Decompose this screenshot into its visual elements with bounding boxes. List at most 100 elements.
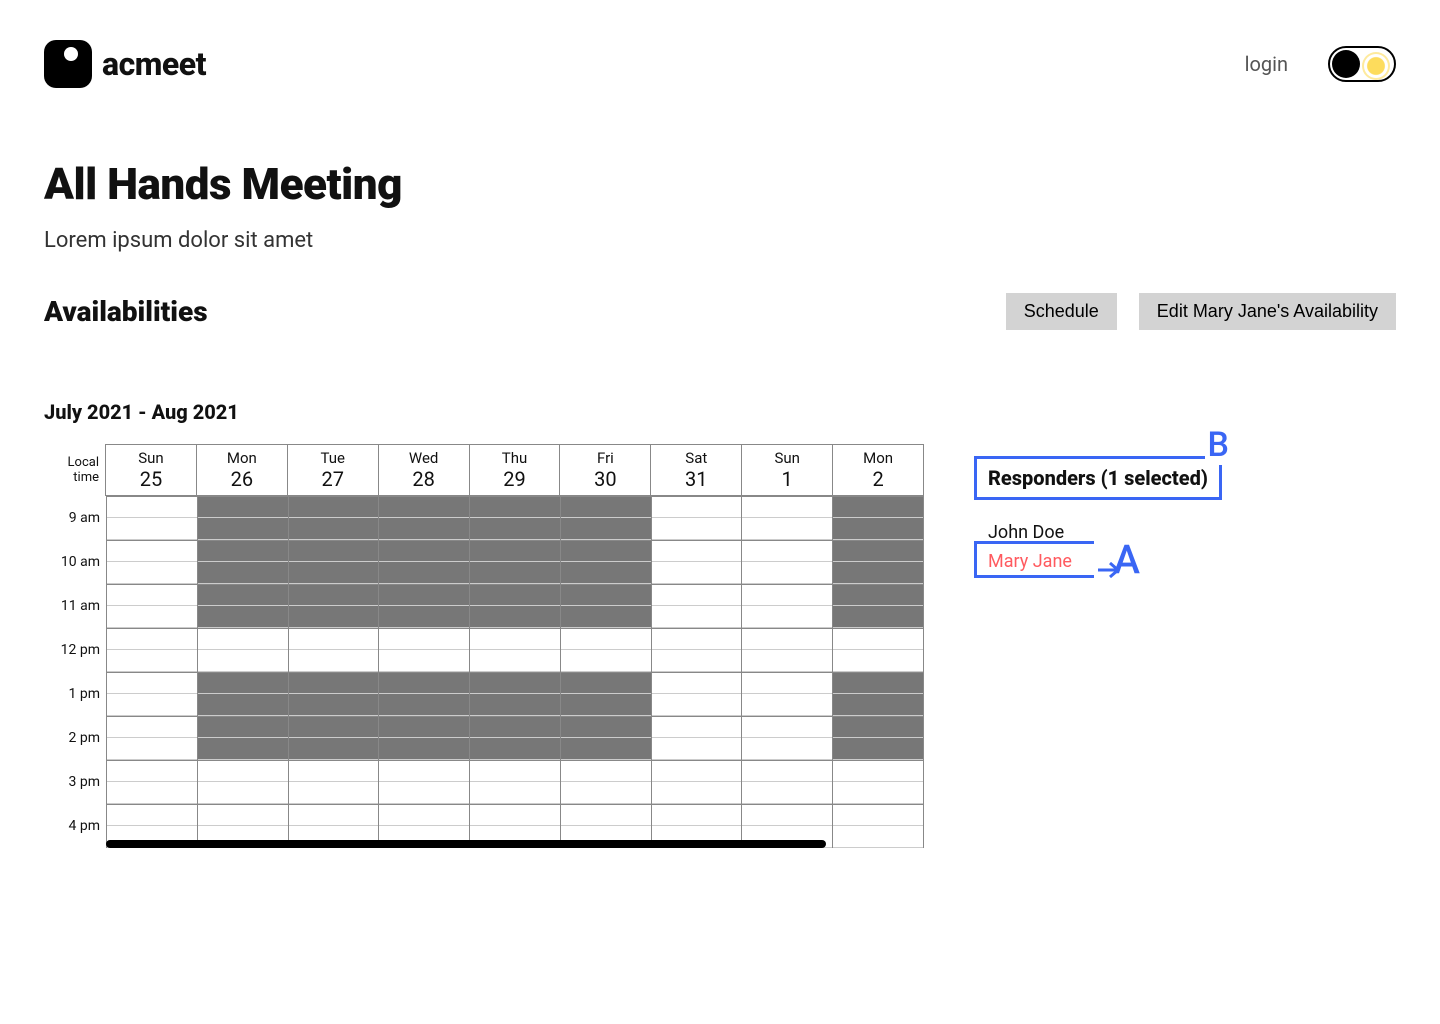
time-slot[interactable]: [470, 716, 560, 738]
time-slot[interactable]: [470, 606, 560, 628]
time-slot[interactable]: [742, 694, 832, 716]
time-slot[interactable]: [561, 716, 651, 738]
time-slot[interactable]: [833, 584, 923, 606]
time-slot[interactable]: [107, 606, 197, 628]
time-slot[interactable]: [198, 782, 288, 804]
time-slot[interactable]: [833, 562, 923, 584]
time-slot[interactable]: [198, 716, 288, 738]
time-slot[interactable]: [742, 518, 832, 540]
time-slot[interactable]: [833, 826, 923, 848]
time-slot[interactable]: [742, 628, 832, 650]
responder-item[interactable]: Mary JaneA: [988, 547, 1208, 576]
time-slot[interactable]: [652, 650, 742, 672]
time-slot[interactable]: [833, 804, 923, 826]
day-column[interactable]: [379, 496, 470, 848]
time-slot[interactable]: [289, 628, 379, 650]
time-slot[interactable]: [107, 518, 197, 540]
theme-toggle[interactable]: [1328, 46, 1396, 82]
day-column[interactable]: [742, 496, 833, 848]
time-slot[interactable]: [652, 562, 742, 584]
time-slot[interactable]: [470, 760, 560, 782]
time-slot[interactable]: [742, 650, 832, 672]
time-slot[interactable]: [833, 496, 923, 518]
time-slot[interactable]: [379, 606, 469, 628]
time-slot[interactable]: [561, 496, 651, 518]
day-column[interactable]: [470, 496, 561, 848]
time-slot[interactable]: [561, 606, 651, 628]
time-slot[interactable]: [379, 584, 469, 606]
edit-availability-button[interactable]: Edit Mary Jane's Availability: [1139, 293, 1396, 330]
time-slot[interactable]: [652, 584, 742, 606]
time-slot[interactable]: [561, 518, 651, 540]
time-slot[interactable]: [379, 562, 469, 584]
time-slot[interactable]: [470, 562, 560, 584]
time-slot[interactable]: [107, 760, 197, 782]
horizontal-scrollbar[interactable]: [106, 840, 826, 848]
time-slot[interactable]: [379, 782, 469, 804]
time-slot[interactable]: [833, 738, 923, 760]
time-slot[interactable]: [379, 628, 469, 650]
day-column[interactable]: [561, 496, 652, 848]
time-slot[interactable]: [742, 760, 832, 782]
time-slot[interactable]: [833, 650, 923, 672]
time-slot[interactable]: [289, 694, 379, 716]
day-column[interactable]: [106, 496, 198, 848]
time-slot[interactable]: [379, 650, 469, 672]
time-slot[interactable]: [652, 496, 742, 518]
time-slot[interactable]: [107, 804, 197, 826]
time-slot[interactable]: [107, 716, 197, 738]
time-slot[interactable]: [470, 694, 560, 716]
time-slot[interactable]: [742, 606, 832, 628]
time-slot[interactable]: [470, 628, 560, 650]
time-slot[interactable]: [107, 628, 197, 650]
schedule-button[interactable]: Schedule: [1006, 293, 1117, 330]
time-slot[interactable]: [470, 496, 560, 518]
time-slot[interactable]: [198, 760, 288, 782]
time-slot[interactable]: [107, 694, 197, 716]
time-slot[interactable]: [561, 672, 651, 694]
time-slot[interactable]: [833, 694, 923, 716]
time-slot[interactable]: [652, 518, 742, 540]
time-slot[interactable]: [289, 584, 379, 606]
time-slot[interactable]: [107, 562, 197, 584]
time-slot[interactable]: [652, 606, 742, 628]
time-slot[interactable]: [652, 804, 742, 826]
time-slot[interactable]: [561, 584, 651, 606]
time-slot[interactable]: [470, 540, 560, 562]
time-slot[interactable]: [833, 518, 923, 540]
time-slot[interactable]: [379, 518, 469, 540]
time-slot[interactable]: [561, 782, 651, 804]
time-slot[interactable]: [470, 782, 560, 804]
time-slot[interactable]: [289, 606, 379, 628]
login-link[interactable]: login: [1245, 52, 1288, 76]
time-slot[interactable]: [198, 606, 288, 628]
time-slot[interactable]: [833, 628, 923, 650]
time-slot[interactable]: [742, 540, 832, 562]
time-slot[interactable]: [289, 518, 379, 540]
time-slot[interactable]: [289, 738, 379, 760]
time-slot[interactable]: [107, 540, 197, 562]
time-slot[interactable]: [833, 672, 923, 694]
time-slot[interactable]: [561, 650, 651, 672]
day-column[interactable]: [833, 496, 924, 848]
time-slot[interactable]: [742, 804, 832, 826]
time-slot[interactable]: [561, 738, 651, 760]
time-slot[interactable]: [833, 760, 923, 782]
time-slot[interactable]: [379, 738, 469, 760]
time-slot[interactable]: [198, 562, 288, 584]
time-slot[interactable]: [107, 650, 197, 672]
time-slot[interactable]: [833, 716, 923, 738]
day-column[interactable]: [198, 496, 289, 848]
time-slot[interactable]: [107, 584, 197, 606]
time-slot[interactable]: [198, 518, 288, 540]
time-slot[interactable]: [652, 760, 742, 782]
time-slot[interactable]: [561, 628, 651, 650]
time-slot[interactable]: [289, 804, 379, 826]
time-slot[interactable]: [198, 496, 288, 518]
time-slot[interactable]: [561, 760, 651, 782]
time-slot[interactable]: [652, 694, 742, 716]
time-slot[interactable]: [107, 738, 197, 760]
time-slot[interactable]: [289, 760, 379, 782]
time-slot[interactable]: [833, 782, 923, 804]
day-column[interactable]: [652, 496, 743, 848]
